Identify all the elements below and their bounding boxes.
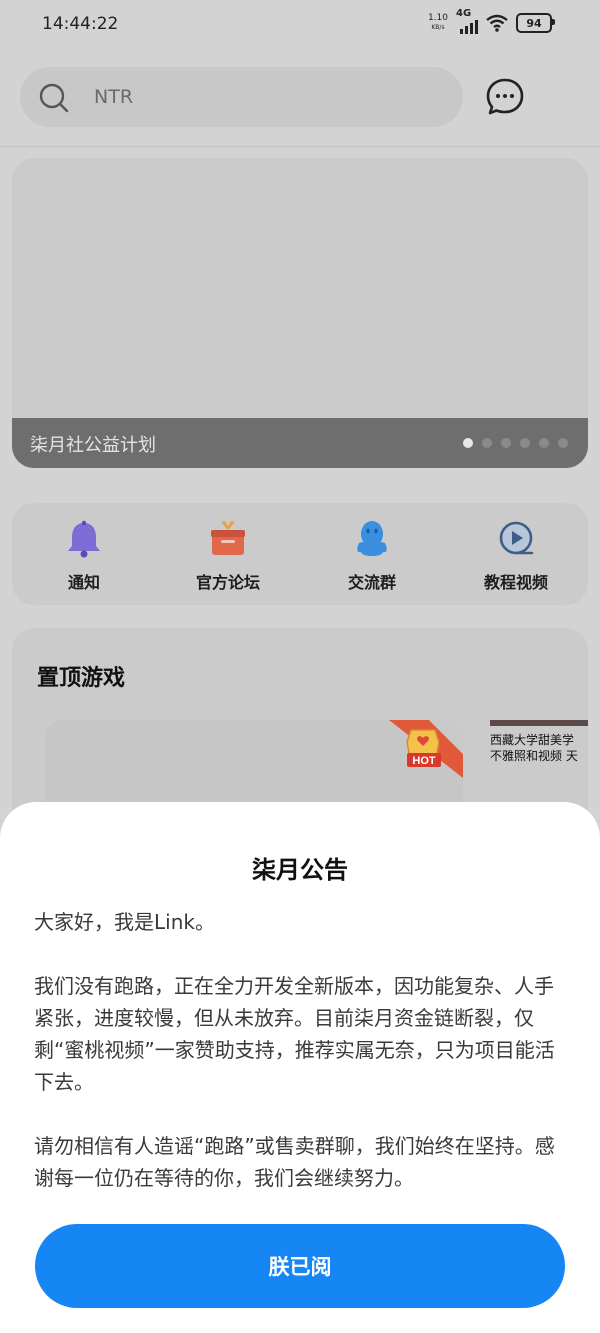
nav-label: 通知: [67, 573, 100, 592]
announcement-paragraph: 请勿相信有人造谣“跑路”或售卖群聊，我们始终在坚持。感谢每一位仍在等待的你，我们…: [34, 1134, 555, 1190]
network-speed-unit: KB/s: [431, 24, 445, 31]
play-video-icon: [496, 519, 536, 559]
status-indicators: 1.10 KB/s 4G 94: [428, 8, 555, 34]
search-icon: [39, 83, 69, 113]
hot-badge-icon: HOT: [389, 720, 463, 778]
search-input[interactable]: NTR: [20, 67, 463, 127]
quick-nav: 通知 官方论坛 交流群 教程视频: [12, 503, 588, 605]
nav-item-group[interactable]: 交流群: [300, 503, 444, 605]
banner-caption-bar: 柒月社公益计划: [12, 418, 588, 468]
announcement-paragraph: 我们没有跑路，正在全力开发全新版本，因功能复杂、人手紧张，进度较慢，但从未放弃。…: [34, 974, 555, 1094]
network-speed-value: 1.10: [427, 13, 448, 23]
announcement-sheet: 柒月公告 大家好，我是Link。 我们没有跑路，正在全力开发全新版本，因功能复杂…: [0, 802, 600, 1333]
banner-caption: 柒月社公益计划: [30, 435, 156, 456]
nav-label: 交流群: [347, 573, 396, 592]
status-bar: 14:44:22 1.10 KB/s 4G 94: [0, 0, 600, 50]
gift-box-icon: [208, 519, 248, 559]
header-divider: [0, 146, 600, 147]
carousel-dot[interactable]: [558, 438, 568, 448]
nav-label: 官方论坛: [195, 573, 260, 592]
carousel-dot[interactable]: [539, 438, 549, 448]
game-thumbnail: [490, 720, 588, 726]
announcement-paragraph: 大家好，我是Link。: [34, 910, 215, 934]
search-placeholder: NTR: [94, 86, 134, 108]
carousel-indicator: [463, 438, 568, 448]
signal-bars-icon: [460, 20, 478, 34]
hot-badge-label: HOT: [412, 755, 436, 767]
carousel-dot[interactable]: [463, 438, 473, 448]
nav-item-notice[interactable]: 通知: [12, 503, 156, 605]
battery-level: 94: [526, 16, 542, 30]
bell-icon: [64, 519, 104, 559]
battery-icon: 94: [516, 13, 555, 33]
carousel-dot[interactable]: [482, 438, 492, 448]
game-title-line: 不雅照和视频 天: [490, 749, 578, 763]
cellular-signal: 4G: [456, 8, 478, 34]
game-title-line: 西藏大学甜美学: [490, 733, 575, 747]
nav-item-forum[interactable]: 官方论坛: [156, 503, 300, 605]
nav-item-tutorial[interactable]: 教程视频: [444, 503, 588, 605]
carousel-dot[interactable]: [520, 438, 530, 448]
status-time: 14:44:22: [42, 14, 119, 34]
carousel-dot[interactable]: [501, 438, 511, 448]
section-title: 置顶游戏: [37, 666, 126, 691]
nav-label: 教程视频: [483, 573, 548, 592]
chat-bubble-icon[interactable]: [485, 77, 525, 117]
wifi-icon: [486, 14, 508, 32]
acknowledge-button[interactable]: 朕已阅: [35, 1224, 565, 1308]
announcement-title: 柒月公告: [252, 856, 348, 884]
network-speed: 1.10 KB/s: [428, 14, 448, 32]
penguin-icon: [352, 519, 392, 559]
network-type: 4G: [456, 8, 472, 19]
banner-carousel[interactable]: 柒月社公益计划: [12, 158, 588, 468]
announcement-body: 大家好，我是Link。 我们没有跑路，正在全力开发全新版本，因功能复杂、人手紧张…: [34, 906, 570, 1226]
